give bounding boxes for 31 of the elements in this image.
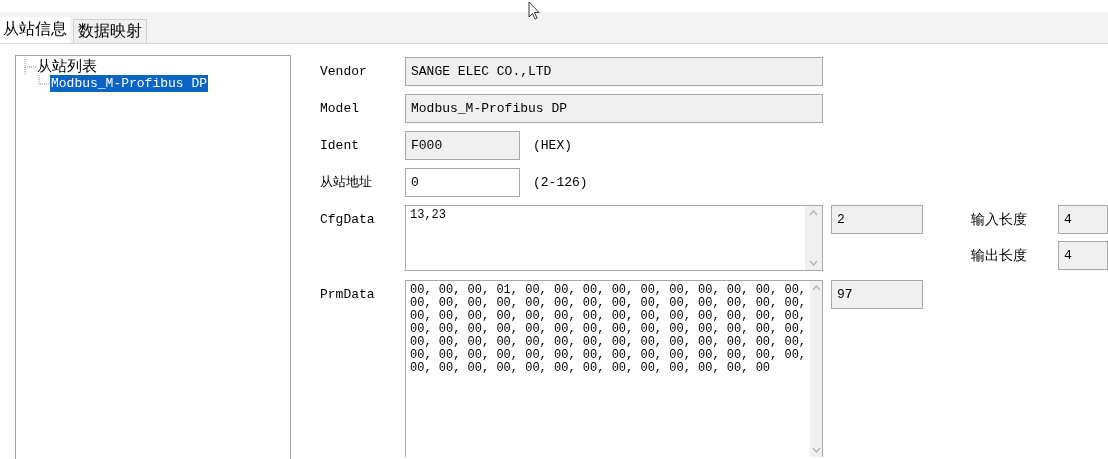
count-field: 97	[831, 280, 923, 309]
field-label: Ident	[320, 137, 360, 155]
text-field[interactable]: Modbus_M-Profibus DP	[405, 94, 823, 123]
hint-text: (HEX)	[533, 137, 572, 155]
field-label: Vendor	[320, 63, 368, 81]
field-label: 从站地址	[320, 174, 373, 192]
tree-item[interactable]: 从站列表	[36, 58, 98, 75]
field-label: 输出长度	[971, 246, 1028, 265]
field-label: 输入长度	[971, 210, 1028, 229]
scrollbar[interactable]	[805, 206, 822, 270]
text-field[interactable]: 4	[1058, 205, 1108, 234]
text-area[interactable]: 13,23	[405, 205, 823, 271]
text-area[interactable]: 00, 00, 00, 01, 00, 00, 00, 00, 00, 00, 00, 00, 00, 00, 00, 00, 00, 00, 00, 00, 00, 00, 00, 00, 00, 00, 00, 00, 00, 00, 00, 00, 00, 00, 00, 00, 00, 00, 00, 00, 00, 00, 00, 00, 00, 00, 00, 00, 00, 00, 00, 00, 00, 00, 00, 00, 00, 00, 00, 00, 00, 00, 00, 00, 00, 00, 00, 00, 00, 00, 00, 00, 00, 00, 00, 00, 00, 00, 00, 00, 00, 00, 00, 00, 00, 00, 00, 00, 00, 00, 00, 00, 00, 00, 00, 00, 00	[405, 280, 823, 457]
chevron-up-icon[interactable]	[811, 285, 821, 291]
tree-item[interactable]: Modbus_M-Profibus DP	[50, 75, 209, 92]
hint-text: (2-126)	[533, 174, 588, 192]
field-label: CfgData	[320, 211, 376, 229]
chevron-up-icon[interactable]	[809, 210, 818, 216]
chevron-down-icon[interactable]	[809, 260, 818, 266]
text-field[interactable]: F000	[405, 131, 520, 160]
text-field[interactable]: 4	[1058, 241, 1108, 270]
text-field[interactable]: 0	[405, 168, 520, 197]
field-label: PrmData	[320, 286, 376, 304]
text-field[interactable]: SANGE ELEC CO.,LTD	[405, 57, 823, 86]
count-field: 2	[831, 205, 923, 234]
field-label: Model	[320, 100, 360, 118]
tab[interactable]: 从站信息	[0, 17, 70, 43]
tree-line	[24, 58, 36, 75]
tab[interactable]: 数据映射	[73, 19, 147, 43]
chevron-down-icon[interactable]	[811, 447, 821, 453]
scrollbar[interactable]	[810, 281, 822, 457]
